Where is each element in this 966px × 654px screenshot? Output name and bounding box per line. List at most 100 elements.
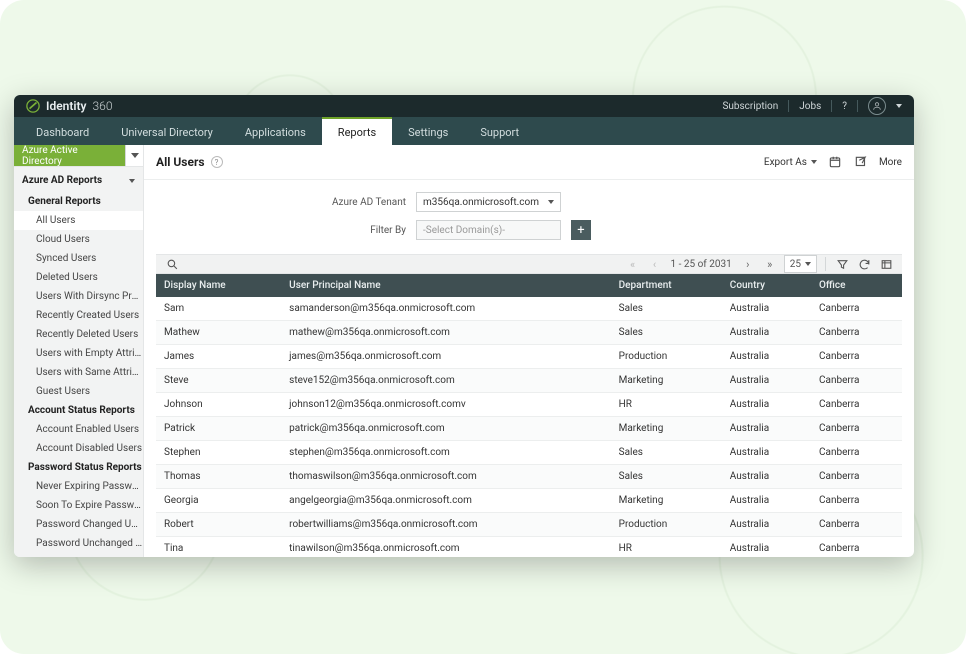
filterby-select[interactable]: -Select Domain(s)- xyxy=(416,220,561,240)
page-title: All Users xyxy=(156,155,205,169)
jobs-link[interactable]: Jobs xyxy=(799,101,821,112)
page-size-select[interactable]: 25 xyxy=(784,255,817,273)
column-header[interactable]: Department xyxy=(611,274,722,297)
sidebar-item[interactable]: Cloud Users xyxy=(14,230,143,249)
table-cell: stephen@m356qa.onmicrosoft.com xyxy=(281,441,610,465)
sidebar-item[interactable]: Password Changed Users xyxy=(14,515,143,534)
sidebar-item[interactable]: Users with Same Attribute... xyxy=(14,363,143,382)
table-row[interactable]: Georgiaangelgeorgia@m356qa.onmicrosoft.c… xyxy=(156,489,902,513)
sidebar-item[interactable]: Recently Created Users xyxy=(14,306,143,325)
directory-picker-dropdown[interactable] xyxy=(125,145,143,166)
table-row[interactable]: Jamesjames@m356qa.onmicrosoft.comProduct… xyxy=(156,345,902,369)
table-cell: Sales xyxy=(611,465,722,489)
page-next-button[interactable]: › xyxy=(740,256,756,272)
column-header[interactable]: User Principal Name xyxy=(281,274,610,297)
table-cell: Patrick xyxy=(156,417,281,441)
table-cell: HR xyxy=(611,393,722,417)
table-cell: Tina xyxy=(156,537,281,558)
filter-icon[interactable] xyxy=(834,256,850,272)
sidebar-item[interactable]: All Users xyxy=(14,211,143,230)
table-cell: tinawilson@m356qa.onmicrosoft.com xyxy=(281,537,610,558)
table-cell: Canberra xyxy=(811,537,902,558)
table-row[interactable]: Samsamanderson@m356qa.onmicrosoft.comSal… xyxy=(156,297,902,321)
table-cell: Stephen xyxy=(156,441,281,465)
table-cell: HR xyxy=(611,537,722,558)
help-icon[interactable]: ? xyxy=(211,156,223,168)
add-filter-button[interactable]: + xyxy=(571,220,591,240)
sidebar-group[interactable]: Account Status Reports xyxy=(14,401,143,420)
table-cell: Sam xyxy=(156,297,281,321)
table-row[interactable]: Tinatinawilson@m356qa.onmicrosoft.comHRA… xyxy=(156,537,902,558)
table-row[interactable]: Mathewmathew@m356qa.onmicrosoft.comSales… xyxy=(156,321,902,345)
sidebar-item[interactable]: Password Unchanged Users xyxy=(14,534,143,553)
sidebar-item[interactable]: Users With Dirsync Provis... xyxy=(14,287,143,306)
sidebar-item[interactable]: Deleted Users xyxy=(14,268,143,287)
sidebar-item[interactable]: Recently Deleted Users xyxy=(14,325,143,344)
table-row[interactable]: Stevesteve152@m356qa.onmicrosoft.comMark… xyxy=(156,369,902,393)
column-header[interactable]: Country xyxy=(722,274,811,297)
subscription-link[interactable]: Subscription xyxy=(722,101,778,112)
avatar-caret-icon[interactable] xyxy=(896,104,902,108)
chevron-down-icon xyxy=(811,160,817,164)
schedule-icon[interactable] xyxy=(827,154,843,170)
table-cell: Marketing xyxy=(611,369,722,393)
table-row[interactable]: Thomasthomaswilson@m356qa.onmicrosoft.co… xyxy=(156,465,902,489)
table-row[interactable]: Johnsonjohnson12@m356qa.onmicrosoft.comv… xyxy=(156,393,902,417)
refresh-icon[interactable] xyxy=(856,256,872,272)
sidebar-item[interactable]: Account Enabled Users xyxy=(14,420,143,439)
column-header[interactable]: Office xyxy=(811,274,902,297)
menu-dashboard[interactable]: Dashboard xyxy=(20,117,105,145)
sidebar-group[interactable]: Password Status Reports xyxy=(14,458,143,477)
more-button[interactable]: More xyxy=(879,157,902,168)
table-cell: Georgia xyxy=(156,489,281,513)
table-cell: Canberra xyxy=(811,441,902,465)
sidebar-item[interactable]: Soon To Expire Passwords xyxy=(14,496,143,515)
sidebar-item[interactable]: Account Disabled Users xyxy=(14,439,143,458)
table-cell: Production xyxy=(611,345,722,369)
sidebar-section-header[interactable]: Azure AD Reports xyxy=(14,167,143,192)
app-window: Identity360 Subscription Jobs ? Dashboar… xyxy=(14,95,914,557)
user-avatar[interactable] xyxy=(868,97,886,115)
page-first-button[interactable]: « xyxy=(625,256,641,272)
table-cell: Australia xyxy=(722,393,811,417)
new-window-icon[interactable] xyxy=(853,154,869,170)
table-cell: Canberra xyxy=(811,489,902,513)
sidebar-item[interactable]: Never Expiring Passwords xyxy=(14,477,143,496)
sidebar-item[interactable]: Users with Empty Attribut... xyxy=(14,344,143,363)
menu-support[interactable]: Support xyxy=(464,117,535,145)
filters: Azure AD Tenant m356qa.onmicrosoft.com F… xyxy=(144,180,914,254)
page-prev-button[interactable]: ‹ xyxy=(647,256,663,272)
table-row[interactable]: Patrickpatrick@m356qa.onmicrosoft.comMar… xyxy=(156,417,902,441)
menu-universal-directory[interactable]: Universal Directory xyxy=(105,117,229,145)
table-row[interactable]: Stephenstephen@m356qa.onmicrosoft.comSal… xyxy=(156,441,902,465)
export-button[interactable]: Export As xyxy=(764,157,817,168)
table-cell: Johnson xyxy=(156,393,281,417)
sidebar-item[interactable]: Password Expired Users xyxy=(14,553,143,557)
table-cell: james@m356qa.onmicrosoft.com xyxy=(281,345,610,369)
menu-reports[interactable]: Reports xyxy=(322,117,392,145)
table-toolbar: « ‹ 1 - 25 of 2031 › » 25 xyxy=(156,254,902,274)
chevron-down-icon xyxy=(131,153,139,158)
sidebar-item[interactable]: Guest Users xyxy=(14,382,143,401)
table-row[interactable]: Robertrobertwilliams@m356qa.onmicrosoft.… xyxy=(156,513,902,537)
page-last-button[interactable]: » xyxy=(762,256,778,272)
column-header[interactable]: Display Name xyxy=(156,274,281,297)
table-cell: steve152@m356qa.onmicrosoft.com xyxy=(281,369,610,393)
sidebar-group[interactable]: General Reports xyxy=(14,192,143,211)
menu-settings[interactable]: Settings xyxy=(392,117,464,145)
tenant-select[interactable]: m356qa.onmicrosoft.com xyxy=(416,192,561,212)
table-cell: Australia xyxy=(722,417,811,441)
title-bar: Identity360 Subscription Jobs ? xyxy=(14,95,914,117)
divider xyxy=(831,100,832,112)
tenant-value: m356qa.onmicrosoft.com xyxy=(423,197,539,208)
table-cell: Australia xyxy=(722,297,811,321)
menu-applications[interactable]: Applications xyxy=(229,117,322,145)
table-cell: Production xyxy=(611,513,722,537)
sidebar-item[interactable]: Synced Users xyxy=(14,249,143,268)
help-link[interactable]: ? xyxy=(842,101,847,112)
columns-icon[interactable] xyxy=(878,256,894,272)
table-cell: Marketing xyxy=(611,417,722,441)
directory-picker-label[interactable]: Azure Active Directory xyxy=(14,145,125,166)
brand-logo-icon xyxy=(26,99,40,113)
search-icon[interactable] xyxy=(164,256,180,272)
